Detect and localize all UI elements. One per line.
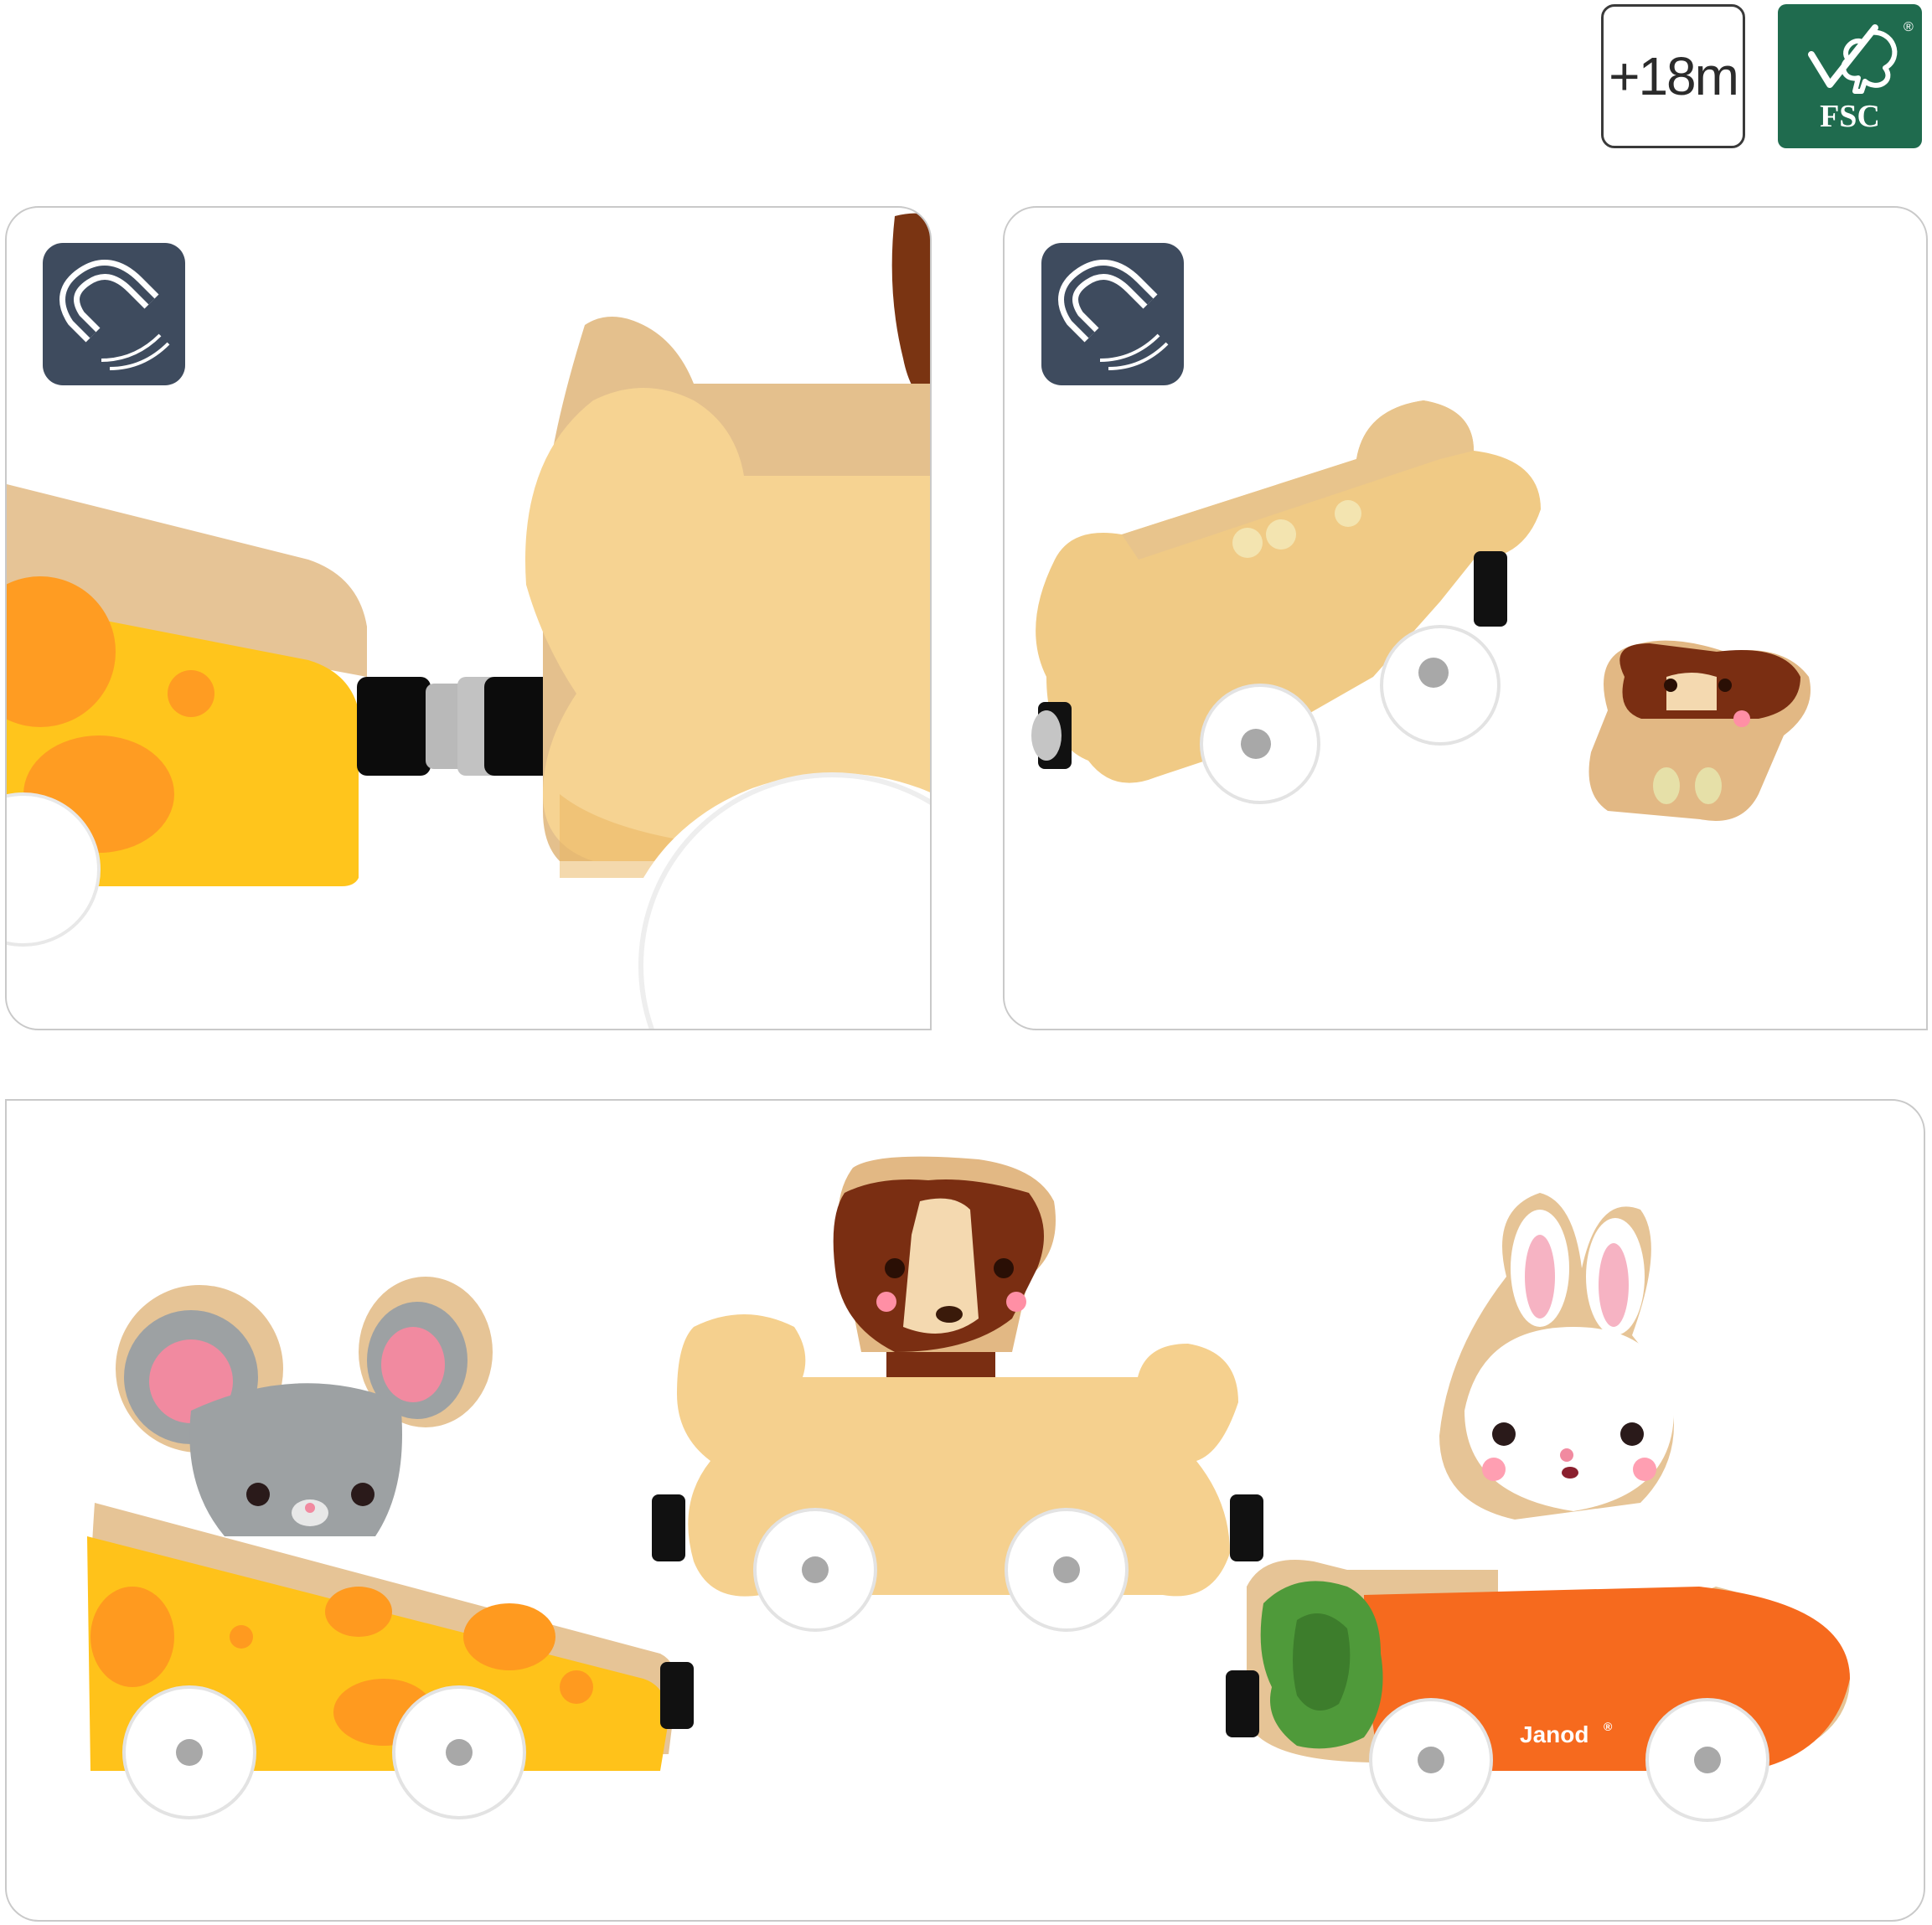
magnet-icon (43, 243, 185, 385)
bunny-carrot-car: Janod ® (1226, 1193, 1850, 1822)
animal-cars-panel: Janod ® (5, 1099, 1925, 1922)
bone-car-detached-panel (1003, 206, 1928, 1030)
fsc-registered-mark: ® (1904, 20, 1914, 34)
age-badge-label: +18m (1609, 46, 1739, 106)
janod-registered-mark: ® (1604, 1720, 1613, 1733)
three-animal-cars-photo: Janod ® (87, 1156, 1850, 1822)
dog-bone-car (652, 1156, 1263, 1632)
age-badge: +18m (1601, 4, 1745, 148)
magnet-icon (1041, 243, 1184, 385)
fsc-tree-icon: ® FSC (1808, 20, 1914, 134)
magnet-closeup-panel (5, 206, 932, 1030)
fsc-label: FSC (1820, 99, 1880, 134)
mouse-cheese-car (87, 1277, 694, 1819)
fsc-badge: ® FSC (1778, 4, 1922, 148)
janod-logo-text: Janod (1520, 1721, 1588, 1747)
